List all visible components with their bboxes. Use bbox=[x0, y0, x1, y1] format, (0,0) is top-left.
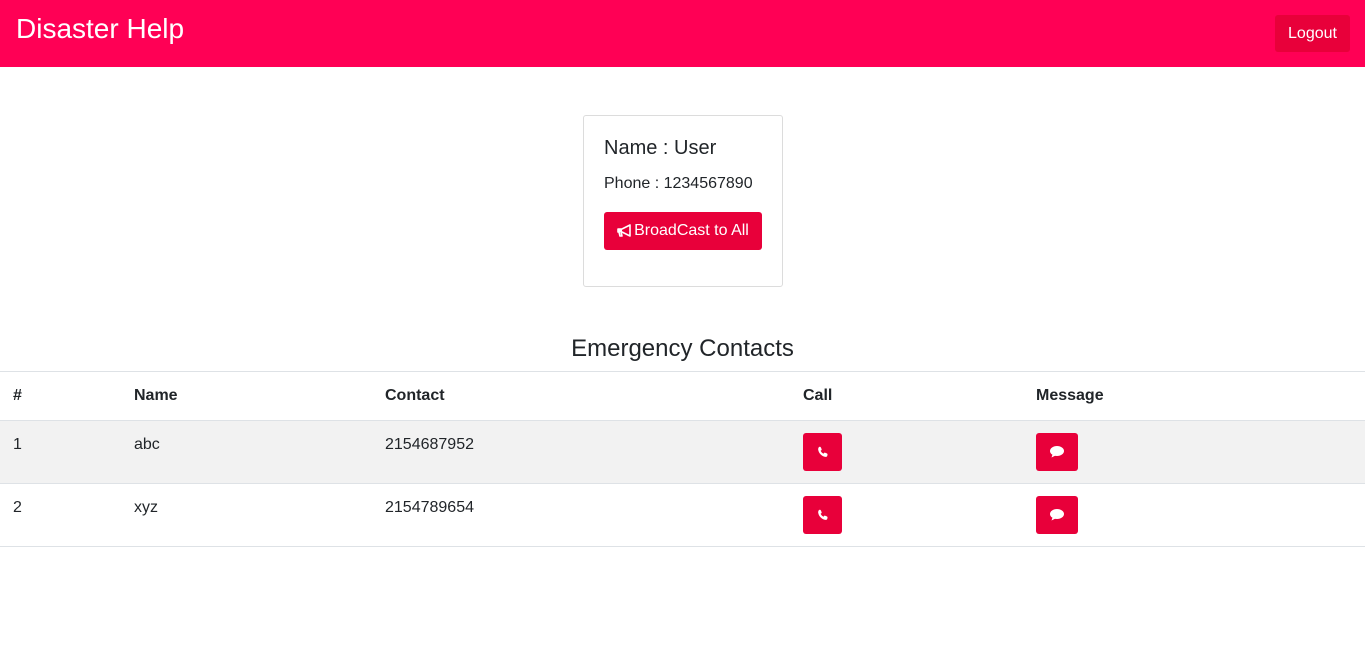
header-call: Call bbox=[803, 387, 833, 404]
row-num: 1 bbox=[13, 436, 22, 453]
navbar: Disaster Help Logout bbox=[0, 0, 1365, 67]
message-button[interactable] bbox=[1036, 496, 1078, 534]
phone-icon bbox=[817, 446, 828, 457]
row-contact: 2154687952 bbox=[385, 436, 474, 453]
phone-icon bbox=[817, 509, 828, 520]
call-button[interactable] bbox=[803, 433, 842, 471]
header-message: Message bbox=[1036, 387, 1104, 404]
row-name: abc bbox=[134, 436, 160, 453]
broadcast-label: BroadCast to All bbox=[634, 222, 749, 239]
brand-title[interactable]: Disaster Help bbox=[16, 12, 184, 46]
row-contact: 2154789654 bbox=[385, 499, 474, 516]
table-row: 1 abc 2154687952 bbox=[0, 421, 1365, 484]
section-title: Emergency Contacts bbox=[571, 335, 794, 362]
logout-button[interactable]: Logout bbox=[1275, 15, 1350, 52]
row-name: xyz bbox=[134, 499, 158, 516]
broadcast-button[interactable]: BroadCast to All bbox=[604, 212, 762, 250]
comment-icon bbox=[1050, 446, 1064, 458]
profile-phone: Phone : 1234567890 bbox=[604, 175, 753, 192]
header-name: Name bbox=[134, 387, 178, 404]
comment-icon bbox=[1050, 509, 1064, 521]
row-num: 2 bbox=[13, 499, 22, 516]
message-button[interactable] bbox=[1036, 433, 1078, 471]
table-header-row: # Name Contact Call Message bbox=[0, 371, 1365, 422]
table-row: 2 xyz 2154789654 bbox=[0, 484, 1365, 547]
profile-name: Name : User bbox=[604, 137, 717, 159]
header-contact: Contact bbox=[385, 387, 445, 404]
call-button[interactable] bbox=[803, 496, 842, 534]
profile-card: Name : User Phone : 1234567890 BroadCast… bbox=[583, 115, 783, 287]
header-num: # bbox=[13, 387, 22, 404]
bullhorn-icon bbox=[617, 224, 631, 237]
